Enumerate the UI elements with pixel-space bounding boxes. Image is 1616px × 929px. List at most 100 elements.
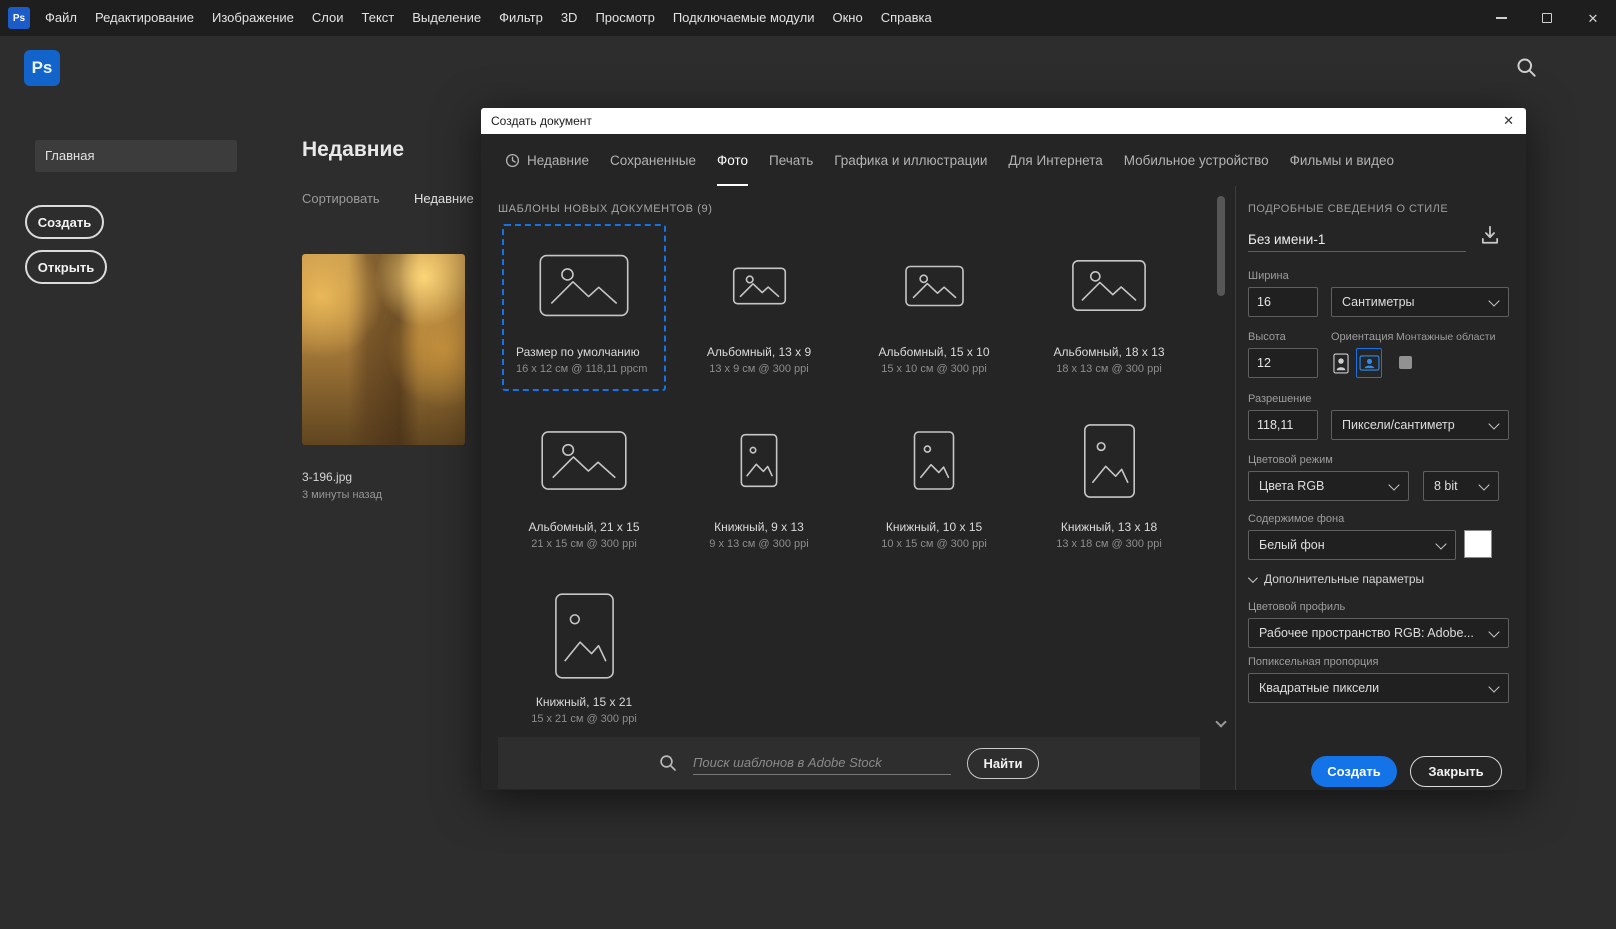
menu-layers[interactable]: Слои	[303, 0, 353, 36]
orientation-portrait-button[interactable]	[1328, 348, 1354, 378]
scrollbar-thumb[interactable]	[1217, 196, 1225, 296]
menu-type[interactable]: Текст	[353, 0, 404, 36]
resolution-input[interactable]	[1248, 410, 1318, 440]
resolution-label: Разрешение	[1248, 393, 1312, 405]
stock-search-input[interactable]	[693, 751, 951, 775]
menu-window[interactable]: Окно	[823, 0, 871, 36]
orientation-landscape-button[interactable]	[1356, 348, 1382, 378]
recent-file-thumbnail[interactable]	[302, 254, 465, 445]
menu-edit[interactable]: Редактирование	[86, 0, 203, 36]
template-portrait-10x15[interactable]: Книжный, 10 x 15 10 x 15 см @ 300 ppi	[852, 399, 1016, 566]
scrollbar-track[interactable]	[1216, 192, 1226, 732]
template-portrait-13x18[interactable]: Книжный, 13 x 18 13 x 18 см @ 300 ppi	[1027, 399, 1191, 566]
template-spec: 13 x 18 см @ 300 ppi	[1029, 538, 1189, 550]
image-placeholder-icon	[740, 433, 778, 488]
menu-view[interactable]: Просмотр	[586, 0, 663, 36]
background-color-swatch[interactable]	[1464, 530, 1492, 558]
dialog-tabs: Недавние Сохраненные Фото Печать Графика…	[481, 134, 1526, 186]
tab-label: Печать	[769, 153, 813, 168]
tab-photo[interactable]: Фото	[717, 134, 748, 186]
height-label: Высота	[1248, 331, 1286, 343]
template-default[interactable]: Размер по умолчанию 16 x 12 см @ 118,11 …	[502, 224, 666, 391]
template-landscape-18x13[interactable]: Альбомный, 18 x 13 18 x 13 см @ 300 ppi	[1027, 224, 1191, 391]
background-label: Содержимое фона	[1248, 513, 1344, 525]
document-name-input[interactable]	[1248, 228, 1466, 252]
app-icon: Ps	[8, 7, 30, 29]
sort-label[interactable]: Сортировать	[302, 191, 380, 206]
tab-film[interactable]: Фильмы и видео	[1290, 134, 1394, 186]
height-input[interactable]	[1248, 348, 1318, 378]
width-input[interactable]	[1248, 287, 1318, 317]
bit-depth-select[interactable]: 8 bit	[1423, 471, 1499, 501]
stock-search-bar: Найти	[498, 737, 1200, 789]
artboards-checkbox[interactable]	[1399, 356, 1412, 369]
template-spec: 9 x 13 см @ 300 ppi	[679, 538, 839, 550]
find-button[interactable]: Найти	[967, 748, 1039, 779]
window-close-button[interactable]: ✕	[1570, 0, 1616, 36]
advanced-options-label: Дополнительные параметры	[1264, 572, 1424, 586]
tab-saved[interactable]: Сохраненные	[610, 134, 696, 186]
menu-select[interactable]: Выделение	[403, 0, 490, 36]
tab-print[interactable]: Печать	[769, 134, 813, 186]
search-icon[interactable]	[1516, 57, 1537, 78]
template-name: Книжный, 10 x 15	[854, 520, 1014, 534]
menu-bar: Ps Файл Редактирование Изображение Слои …	[0, 0, 1616, 36]
template-grid: Размер по умолчанию 16 x 12 см @ 118,11 …	[502, 224, 1198, 741]
image-placeholder-icon	[913, 429, 955, 492]
menu-3d[interactable]: 3D	[552, 0, 587, 36]
maximize-icon	[1542, 13, 1552, 23]
dialog-create-button[interactable]: Создать	[1311, 756, 1397, 787]
menu-file[interactable]: Файл	[36, 0, 86, 36]
tab-label: Недавние	[527, 153, 589, 168]
template-name: Альбомный, 15 x 10	[854, 345, 1014, 359]
template-landscape-13x9[interactable]: Альбомный, 13 x 9 13 x 9 см @ 300 ppi	[677, 224, 841, 391]
image-placeholder-icon	[538, 251, 630, 320]
width-unit-select[interactable]: Сантиметры	[1331, 287, 1509, 317]
template-landscape-21x15[interactable]: Альбомный, 21 x 15 21 x 15 см @ 300 ppi	[502, 399, 666, 566]
dialog-close-icon[interactable]: ✕	[1503, 113, 1514, 129]
color-profile-label: Цветовой профиль	[1248, 601, 1345, 613]
template-spec: 21 x 15 см @ 300 ppi	[504, 538, 664, 550]
maximize-button[interactable]	[1524, 0, 1570, 36]
tab-mobile[interactable]: Мобильное устройство	[1124, 134, 1269, 186]
template-spec: 15 x 21 см @ 300 ppi	[504, 713, 664, 725]
tab-label: Для Интернета	[1008, 153, 1102, 168]
template-name: Книжный, 9 x 13	[679, 520, 839, 534]
template-name: Альбомный, 18 x 13	[1029, 345, 1189, 359]
save-preset-icon[interactable]	[1479, 224, 1501, 246]
menu-plugins[interactable]: Подключаемые модули	[664, 0, 824, 36]
create-button[interactable]: Создать	[25, 205, 104, 239]
artboards-label: Монтажные области	[1396, 331, 1495, 343]
template-portrait-9x13[interactable]: Книжный, 9 x 13 9 x 13 см @ 300 ppi	[677, 399, 841, 566]
tab-graphics[interactable]: Графика и иллюстрации	[834, 134, 987, 186]
sidebar-item-home[interactable]: Главная	[35, 140, 237, 172]
color-mode-select[interactable]: Цвета RGB	[1248, 471, 1409, 501]
image-placeholder-icon	[540, 429, 628, 492]
template-spec: 13 x 9 см @ 300 ppi	[679, 363, 839, 375]
pixel-aspect-select[interactable]: Квадратные пиксели	[1248, 673, 1509, 703]
template-spec: 15 x 10 см @ 300 ppi	[854, 363, 1014, 375]
tab-label: Сохраненные	[610, 153, 696, 168]
color-mode-label: Цветовой режим	[1248, 454, 1333, 466]
menu-filter[interactable]: Фильтр	[490, 0, 552, 36]
menu-image[interactable]: Изображение	[203, 0, 303, 36]
background-select[interactable]: Белый фон	[1248, 530, 1456, 560]
template-portrait-15x21[interactable]: Книжный, 15 x 21 15 x 21 см @ 300 ppi	[502, 574, 666, 741]
color-profile-select[interactable]: Рабочее пространство RGB: Adobe...	[1248, 618, 1509, 648]
resolution-unit-select[interactable]: Пиксели/сантиметр	[1331, 410, 1509, 440]
open-button[interactable]: Открыть	[25, 250, 107, 284]
panel-header: ПОДРОБНЫЕ СВЕДЕНИЯ О СТИЛЕ	[1248, 203, 1448, 215]
tab-recent[interactable]: Недавние	[505, 134, 589, 186]
minimize-button[interactable]	[1478, 0, 1524, 36]
portrait-orientation-icon	[1333, 353, 1349, 374]
dialog-close-button[interactable]: Закрыть	[1410, 756, 1502, 787]
template-landscape-15x10[interactable]: Альбомный, 15 x 10 15 x 10 см @ 300 ppi	[852, 224, 1016, 391]
advanced-options-toggle[interactable]: Дополнительные параметры	[1248, 572, 1424, 586]
filter-recent[interactable]: Недавние	[414, 191, 474, 206]
tab-web[interactable]: Для Интернета	[1008, 134, 1102, 186]
dialog-title-bar: Создать документ ✕	[481, 108, 1526, 134]
landscape-orientation-icon	[1359, 355, 1380, 371]
template-name: Книжный, 15 x 21	[504, 695, 664, 709]
menu-help[interactable]: Справка	[872, 0, 941, 36]
close-icon: ✕	[1588, 12, 1599, 25]
